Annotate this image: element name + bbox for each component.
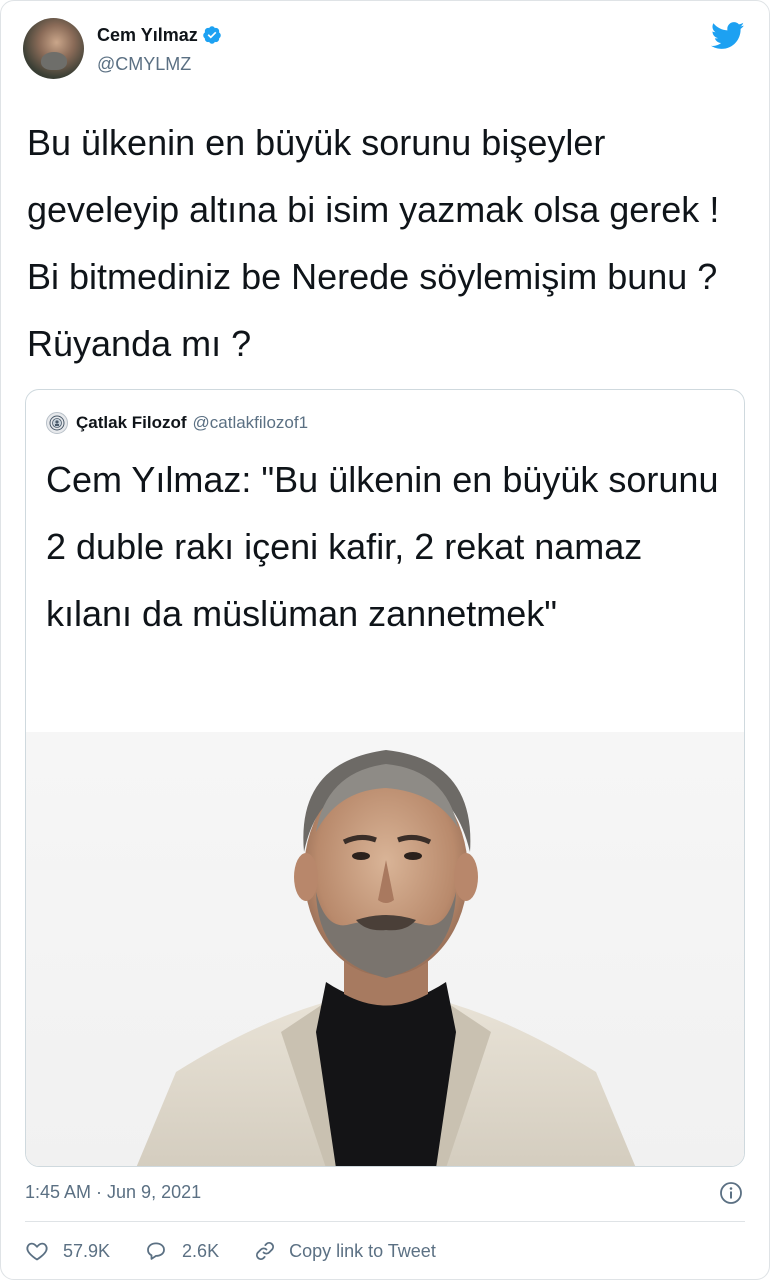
quoted-author-name: Çatlak Filozof bbox=[76, 413, 187, 432]
portrait-photo bbox=[136, 750, 636, 1166]
reply-count: 2.6K bbox=[182, 1240, 220, 1261]
quoted-author-avatar bbox=[46, 412, 68, 434]
quoted-tweet-header: Çatlak Filozof @catlakfilozof1 bbox=[46, 412, 308, 434]
like-count: 57.9K bbox=[63, 1240, 111, 1261]
info-icon[interactable] bbox=[719, 1181, 743, 1205]
heart-icon bbox=[26, 1242, 48, 1261]
tweet-text: Bu ülkenin en büyük sorunu bişeyler geve… bbox=[27, 122, 720, 364]
twitter-bird-icon[interactable] bbox=[711, 22, 745, 50]
verified-badge-icon bbox=[202, 26, 221, 44]
author-avatar[interactable] bbox=[23, 18, 84, 79]
tweet-actions: 57.9K 2.6K Copy link to Tweet bbox=[25, 1237, 470, 1265]
seal-icon bbox=[49, 415, 65, 431]
quoted-tweet[interactable]: Çatlak Filozof @catlakfilozof1 Cem Yılma… bbox=[25, 389, 745, 1167]
name-row: Cem Yılmaz bbox=[97, 22, 222, 48]
divider bbox=[25, 1221, 745, 1222]
author-names: Cem Yılmaz @CMYLMZ bbox=[97, 22, 222, 75]
author-display-name[interactable]: Cem Yılmaz bbox=[97, 25, 198, 46]
quoted-tweet-image[interactable] bbox=[26, 732, 744, 1166]
author-handle[interactable]: @CMYLMZ bbox=[97, 54, 222, 75]
tweet-card: Cem Yılmaz @CMYLMZ Bu ülkenin en büyük s… bbox=[0, 0, 770, 1280]
tweet-timestamp[interactable]: 1:45 AM · Jun 9, 2021 bbox=[25, 1182, 201, 1203]
copy-link-button[interactable]: Copy link to Tweet bbox=[253, 1239, 436, 1263]
reply-button[interactable]: 2.6K bbox=[144, 1239, 219, 1263]
copy-link-label: Copy link to Tweet bbox=[289, 1240, 436, 1261]
quoted-author-handle: @catlakfilozof1 bbox=[192, 413, 309, 432]
like-button[interactable]: 57.9K bbox=[25, 1239, 110, 1263]
quoted-tweet-text: Cem Yılmaz: "Bu ülkenin en büyük sorunu … bbox=[46, 459, 719, 634]
reply-bubble-icon bbox=[147, 1242, 165, 1260]
link-icon bbox=[256, 1242, 275, 1260]
tweet-header: Cem Yılmaz @CMYLMZ bbox=[23, 18, 222, 79]
